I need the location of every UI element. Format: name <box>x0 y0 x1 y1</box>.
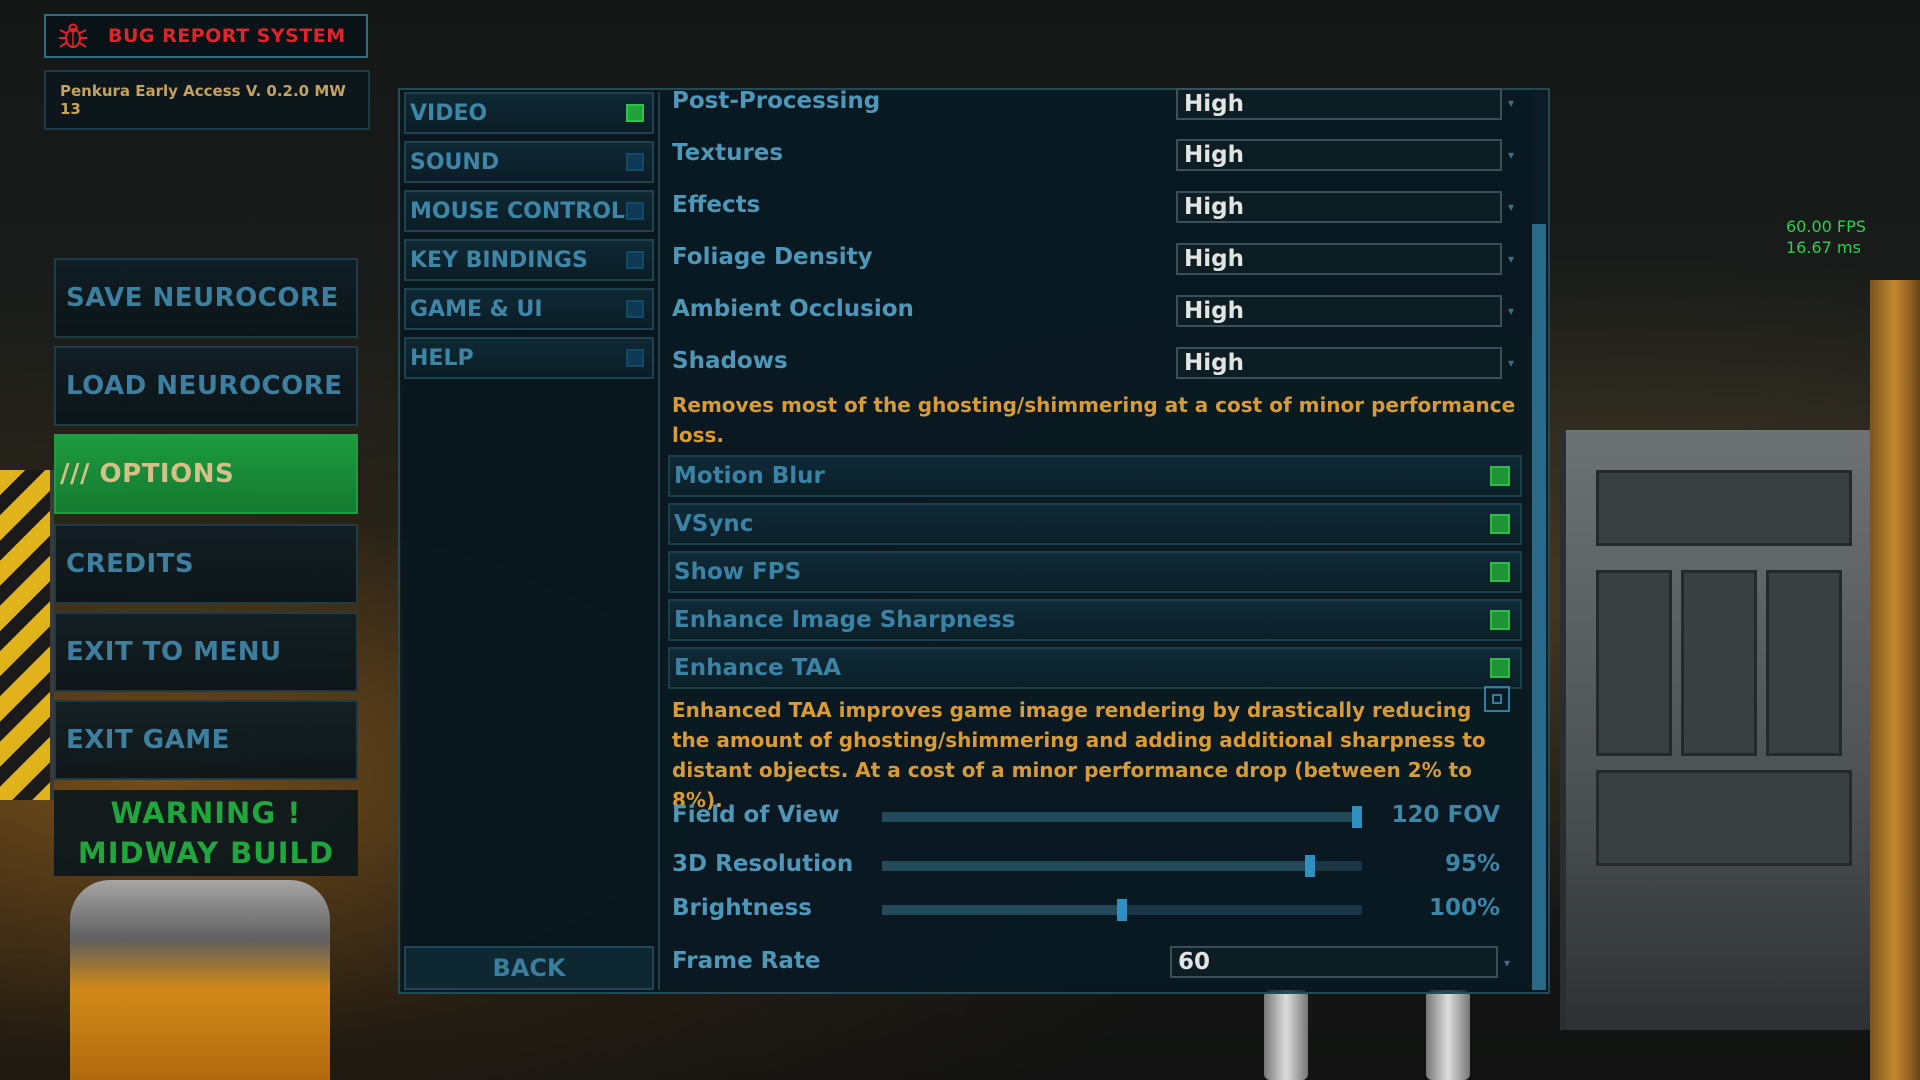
slider-fill <box>882 905 1122 915</box>
exit-game-button[interactable]: EXIT GAME <box>54 700 358 780</box>
brightness-value: 100% <box>1428 895 1500 921</box>
ambient-occlusion-label: Ambient Occlusion <box>672 296 914 322</box>
3d-resolution-slider[interactable] <box>882 855 1362 877</box>
frame-rate-label: Frame Rate <box>672 948 821 974</box>
tab-label: HELP <box>410 345 474 371</box>
taa-description: Enhanced TAA improves game image renderi… <box>672 698 1486 812</box>
vsync-toggle[interactable]: VSync <box>668 503 1522 545</box>
enhance-image-sharpness-toggle[interactable]: Enhance Image Sharpness <box>668 599 1522 641</box>
field-of-view-label: Field of View <box>672 802 840 828</box>
foliage-density-label: Foliage Density <box>672 244 873 270</box>
ambient-occlusion-select[interactable]: High <box>1176 295 1502 327</box>
tab-indicator <box>626 104 644 122</box>
chevron-down-icon: ▾ <box>1504 956 1511 970</box>
toggle-label: Show FPS <box>674 559 802 585</box>
chevron-down-icon: ▾ <box>1508 252 1515 266</box>
fps-overlay: 60.00 FPS 16.67 ms <box>1786 216 1866 258</box>
scrollbar-thumb[interactable] <box>1532 224 1546 990</box>
slider-fill <box>882 812 1357 822</box>
textures-label: Textures <box>672 140 784 166</box>
effects-select[interactable]: High <box>1176 191 1502 223</box>
post-processing-select[interactable]: High <box>1176 88 1502 120</box>
toggle-label: VSync <box>674 511 754 537</box>
checkbox[interactable] <box>1490 514 1510 534</box>
checkbox[interactable] <box>1490 658 1510 678</box>
exit-to-menu-button[interactable]: EXIT TO MENU <box>54 612 358 692</box>
checkbox[interactable] <box>1490 466 1510 486</box>
tab-video[interactable]: VIDEO <box>404 92 654 134</box>
toggle-label: Enhance TAA <box>674 655 842 681</box>
effects-label: Effects <box>672 192 761 218</box>
background-hazard-stripes <box>0 470 54 800</box>
tab-label: KEY BINDINGS <box>410 247 588 273</box>
checkbox[interactable] <box>1490 562 1510 582</box>
background-canister <box>70 880 330 1080</box>
chevron-down-icon: ▾ <box>1508 200 1515 214</box>
bug-report-label: BUG REPORT SYSTEM <box>108 25 346 47</box>
toggle-label: Motion Blur <box>674 463 825 489</box>
tab-label: SOUND <box>410 149 500 175</box>
options-button[interactable]: /// OPTIONS <box>54 434 358 514</box>
ghosting-description: Removes most of the ghosting/shimmering … <box>672 393 1516 447</box>
tab-indicator <box>626 251 644 269</box>
background-frame <box>1870 280 1920 1080</box>
frametime-value: 16.67 ms <box>1786 238 1861 257</box>
warning-line2: MIDWAY BUILD <box>77 836 335 870</box>
tab-label: VIDEO <box>410 100 488 126</box>
chevron-down-icon: ▾ <box>1508 304 1515 318</box>
tab-indicator <box>626 202 644 220</box>
warning-line1: WARNING ! <box>110 796 302 830</box>
brightness-label: Brightness <box>672 895 812 921</box>
field-of-view-slider[interactable] <box>882 806 1362 828</box>
version-label: Penkura Early Access V. 0.2.0 MW 13 <box>44 70 370 130</box>
field-of-view-value: 120 FOV <box>1391 802 1500 828</box>
back-button[interactable]: BACK <box>404 946 654 990</box>
credits-button[interactable]: CREDITS <box>54 524 358 604</box>
foliage-density-select[interactable]: High <box>1176 243 1502 275</box>
textures-select[interactable]: High <box>1176 139 1502 171</box>
3d-resolution-label: 3D Resolution <box>672 851 854 877</box>
motion-blur-toggle[interactable]: Motion Blur <box>668 455 1522 497</box>
slider-handle[interactable] <box>1117 899 1127 921</box>
tab-indicator <box>626 153 644 171</box>
chevron-down-icon: ▾ <box>1508 356 1515 370</box>
tab-label: MOUSE CONTROL <box>410 198 625 224</box>
chevron-down-icon: ▾ <box>1508 148 1515 162</box>
tab-mouse-control[interactable]: MOUSE CONTROL <box>404 190 654 232</box>
load-neurocore-button[interactable]: LOAD NEUROCORE <box>54 346 358 426</box>
shadows-label: Shadows <box>672 348 788 374</box>
tab-help[interactable]: HELP <box>404 337 654 379</box>
tab-indicator <box>626 300 644 318</box>
post-processing-label: Post-Processing <box>672 88 881 114</box>
toggle-label: Enhance Image Sharpness <box>674 607 1016 633</box>
background-pillar-right <box>1426 990 1470 1080</box>
background-pillar-left <box>1264 990 1308 1080</box>
tab-key-bindings[interactable]: KEY BINDINGS <box>404 239 654 281</box>
chevron-down-icon: ▾ <box>1508 96 1515 110</box>
3d-resolution-value: 95% <box>1444 851 1500 877</box>
tab-game-ui[interactable]: GAME & UI <box>404 288 654 330</box>
slider-fill <box>882 861 1310 871</box>
fps-value: 60.00 FPS <box>1786 217 1866 236</box>
tab-sound[interactable]: SOUND <box>404 141 654 183</box>
warning-banner: WARNING ! MIDWAY BUILD <box>54 790 358 876</box>
brightness-slider[interactable] <box>882 899 1362 921</box>
info-icon[interactable] <box>1484 686 1510 712</box>
bug-icon <box>58 21 88 51</box>
shadows-select[interactable]: High <box>1176 347 1502 379</box>
frame-rate-select[interactable]: 60 <box>1170 946 1498 978</box>
enhance-taa-toggle[interactable]: Enhance TAA <box>668 647 1522 689</box>
background-door-panel <box>1560 430 1876 1030</box>
show-fps-toggle[interactable]: Show FPS <box>668 551 1522 593</box>
bug-report-button[interactable]: BUG REPORT SYSTEM <box>44 14 368 58</box>
save-neurocore-button[interactable]: SAVE NEUROCORE <box>54 258 358 338</box>
checkbox[interactable] <box>1490 610 1510 630</box>
tab-label: GAME & UI <box>410 296 543 322</box>
slider-handle[interactable] <box>1305 855 1315 877</box>
tab-indicator <box>626 349 644 367</box>
